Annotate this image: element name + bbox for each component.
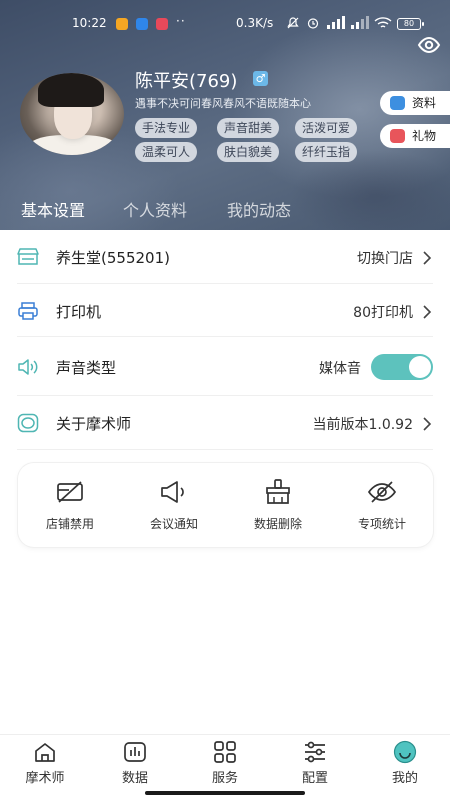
nav-label: 摩术师 bbox=[25, 771, 65, 786]
status-bar: 10:22 ·· 0.3K/s 80 bbox=[0, 14, 450, 34]
quick-action-label: 专项统计 bbox=[357, 517, 406, 531]
store-icon bbox=[17, 247, 39, 267]
user-signature: 遇事不决可问春风春风不语既随本心 bbox=[135, 97, 311, 110]
quick-action-label: 数据删除 bbox=[253, 517, 302, 531]
about-label: 关于摩术师 bbox=[56, 415, 132, 433]
user-name: 陈平安(769) bbox=[135, 71, 238, 92]
eye-off-icon bbox=[367, 479, 397, 505]
home-icon bbox=[33, 740, 57, 764]
quick-actions-card: 店铺禁用 会议通知 数据删除 专项统计 bbox=[18, 463, 433, 547]
quick-action-label: 店铺禁用 bbox=[45, 517, 94, 531]
nav-label: 服务 bbox=[211, 771, 238, 786]
avatar[interactable] bbox=[20, 73, 124, 155]
alarm-icon bbox=[306, 16, 320, 33]
quick-action-special-stats[interactable]: 专项统计 bbox=[330, 463, 434, 547]
settings-row-printer[interactable]: 打印机 80打印机 bbox=[17, 284, 433, 337]
nav-label: 我的 bbox=[391, 771, 418, 786]
quick-action-meeting-notice[interactable]: 会议通知 bbox=[122, 463, 226, 547]
skill-tag: 温柔可人 bbox=[135, 142, 198, 162]
grid-icon bbox=[213, 740, 237, 764]
sliders-icon bbox=[303, 740, 327, 764]
chevron-right-icon bbox=[421, 250, 433, 265]
status-time: 10:22 bbox=[72, 16, 107, 30]
network-speed: 0.3K/s bbox=[236, 16, 274, 30]
nav-label: 数据 bbox=[121, 771, 148, 786]
quick-action-shop-disable[interactable]: 店铺禁用 bbox=[18, 463, 122, 547]
tab-personal-info[interactable]: 个人资料 bbox=[123, 197, 187, 221]
nav-item-mosushi[interactable]: 摩术师 bbox=[0, 735, 90, 800]
skill-tag: 声音甜美 bbox=[217, 118, 280, 138]
profile-smile-icon bbox=[393, 740, 417, 764]
notification-app-icon bbox=[116, 18, 128, 30]
tab-my-moments[interactable]: 我的动态 bbox=[227, 197, 291, 221]
profile-info-button[interactable]: 资料 bbox=[380, 91, 450, 115]
battery-icon: 80 bbox=[397, 18, 424, 30]
gift-icon bbox=[390, 129, 405, 143]
skill-tag: 肤白貌美 bbox=[217, 142, 280, 162]
chevron-right-icon bbox=[421, 416, 433, 431]
printer-icon bbox=[17, 301, 39, 321]
version-value: 当前版本1.0.92 bbox=[312, 417, 413, 433]
settings-row-store[interactable]: 养生堂(555201) 切换门店 bbox=[17, 230, 433, 284]
switch-store-link[interactable]: 切换门店 bbox=[357, 248, 413, 268]
broom-icon bbox=[263, 479, 293, 505]
skill-tag: 活泼可爱 bbox=[295, 118, 358, 138]
chevron-right-icon bbox=[421, 304, 433, 319]
skill-tag: 手法专业 bbox=[135, 118, 198, 138]
nav-label: 配置 bbox=[301, 771, 328, 786]
sound-type-label: 声音类型 bbox=[56, 359, 117, 377]
sound-toggle[interactable] bbox=[371, 354, 433, 380]
profile-tabs: 基本设置 个人资料 我的动态 bbox=[0, 197, 450, 221]
store-label: 养生堂(555201) bbox=[56, 249, 170, 267]
about-icon bbox=[17, 413, 39, 433]
info-avatar-icon bbox=[390, 96, 405, 110]
shop-disable-icon bbox=[55, 479, 85, 505]
do-not-disturb-icon bbox=[286, 16, 300, 33]
profile-header: 10:22 ·· 0.3K/s 80 陈平安(769) ♂ 遇事不决可问春风春风… bbox=[0, 0, 450, 230]
visibility-eye-icon[interactable] bbox=[417, 34, 441, 56]
skill-tag: 纤纤玉指 bbox=[295, 142, 358, 162]
speaker-icon bbox=[17, 357, 39, 377]
home-indicator bbox=[145, 791, 305, 795]
quick-action-label: 会议通知 bbox=[149, 517, 198, 531]
settings-row-sound: 声音类型 媒体音 bbox=[17, 337, 433, 396]
printer-value: 80打印机 bbox=[353, 305, 413, 321]
gift-button[interactable]: 礼物 bbox=[380, 124, 450, 148]
notification-app-icon bbox=[156, 18, 168, 30]
quick-action-data-delete[interactable]: 数据删除 bbox=[226, 463, 330, 547]
sound-type-value: 媒体音 bbox=[319, 361, 361, 377]
notification-app-icon bbox=[136, 18, 148, 30]
megaphone-icon bbox=[159, 479, 189, 505]
signal-icon bbox=[326, 16, 346, 33]
chart-icon bbox=[123, 740, 147, 764]
gift-label: 礼物 bbox=[412, 129, 437, 143]
printer-label: 打印机 bbox=[56, 303, 102, 321]
nav-item-mine[interactable]: 我的 bbox=[360, 735, 450, 800]
profile-info-label: 资料 bbox=[412, 96, 437, 110]
gender-male-icon: ♂ bbox=[253, 71, 268, 86]
signal-icon bbox=[350, 16, 370, 33]
wifi-icon bbox=[374, 16, 392, 33]
tab-basic-settings[interactable]: 基本设置 bbox=[21, 197, 85, 221]
status-more-dots: ·· bbox=[176, 14, 186, 28]
settings-row-about[interactable]: 关于摩术师 当前版本1.0.92 bbox=[17, 396, 433, 450]
